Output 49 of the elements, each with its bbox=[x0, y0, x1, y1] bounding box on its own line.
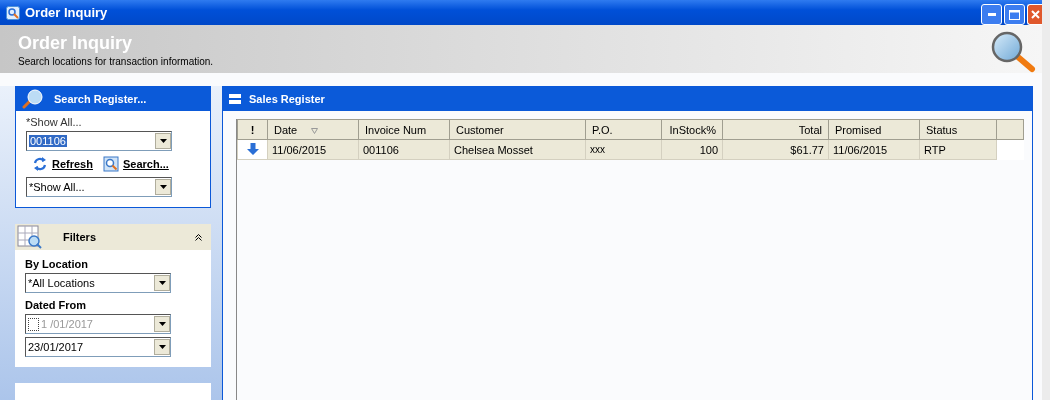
dropdown-button[interactable] bbox=[155, 179, 171, 195]
search-link[interactable]: Search... bbox=[122, 158, 169, 170]
collapse-button[interactable] bbox=[195, 233, 202, 241]
scope-field[interactable]: *Show All... bbox=[26, 177, 172, 197]
minimize-button[interactable] bbox=[981, 4, 1002, 25]
maximize-button[interactable] bbox=[1004, 4, 1025, 25]
search-hint: *Show All... bbox=[26, 116, 83, 128]
page-subtitle: Search locations for transaction information. bbox=[18, 56, 214, 67]
dropdown-button[interactable] bbox=[154, 275, 170, 291]
field-label: By Location bbox=[25, 258, 89, 270]
list-icon bbox=[229, 94, 241, 104]
search-field[interactable]: 001106 bbox=[26, 131, 172, 151]
minimize-icon bbox=[987, 13, 996, 16]
column-header[interactable]: Customer bbox=[449, 119, 586, 140]
panel-title: Search Register... bbox=[54, 93, 147, 105]
down-arrow-icon bbox=[246, 142, 259, 155]
column-header[interactable]: Promised bbox=[828, 119, 920, 140]
column-header[interactable]: InStock% bbox=[661, 119, 723, 140]
dropdown-field[interactable]: *All Locations bbox=[25, 273, 171, 293]
app-icon bbox=[6, 5, 20, 20]
dropdown-button[interactable] bbox=[155, 133, 171, 149]
grid-search-icon bbox=[17, 225, 43, 249]
maximize-icon bbox=[1009, 9, 1020, 20]
refresh-icon bbox=[32, 156, 48, 172]
column-header[interactable]: Invoice Num bbox=[358, 119, 450, 140]
close-button[interactable] bbox=[1027, 4, 1042, 25]
window-title: Order Inquiry bbox=[25, 5, 109, 20]
close-icon bbox=[1030, 10, 1040, 19]
caret-icon bbox=[159, 185, 167, 189]
magnifier-icon bbox=[22, 89, 44, 109]
dropdown-field[interactable]: 23/01/2017 bbox=[25, 337, 171, 357]
caret-icon bbox=[158, 322, 166, 326]
caret-icon bbox=[158, 281, 166, 285]
chevron-icon bbox=[195, 233, 202, 241]
column-header bbox=[996, 119, 1024, 140]
column-header[interactable]: Total bbox=[722, 119, 829, 140]
panel-title: Filters bbox=[63, 231, 97, 243]
refresh-link[interactable]: Refresh bbox=[52, 158, 93, 170]
dropdown-button[interactable] bbox=[154, 339, 170, 355]
caret-icon bbox=[158, 345, 166, 349]
magnifier-icon bbox=[990, 31, 1036, 73]
caret-icon bbox=[159, 139, 167, 143]
field-label: Dated From bbox=[25, 299, 88, 311]
column-header[interactable]: Date bbox=[267, 119, 359, 140]
column-header[interactable]: P.O. bbox=[585, 119, 662, 140]
column-header[interactable]: ! bbox=[237, 119, 268, 140]
search-icon bbox=[102, 156, 119, 172]
column-header[interactable]: Status bbox=[919, 119, 997, 140]
panel-title: Sales Register bbox=[249, 93, 325, 105]
